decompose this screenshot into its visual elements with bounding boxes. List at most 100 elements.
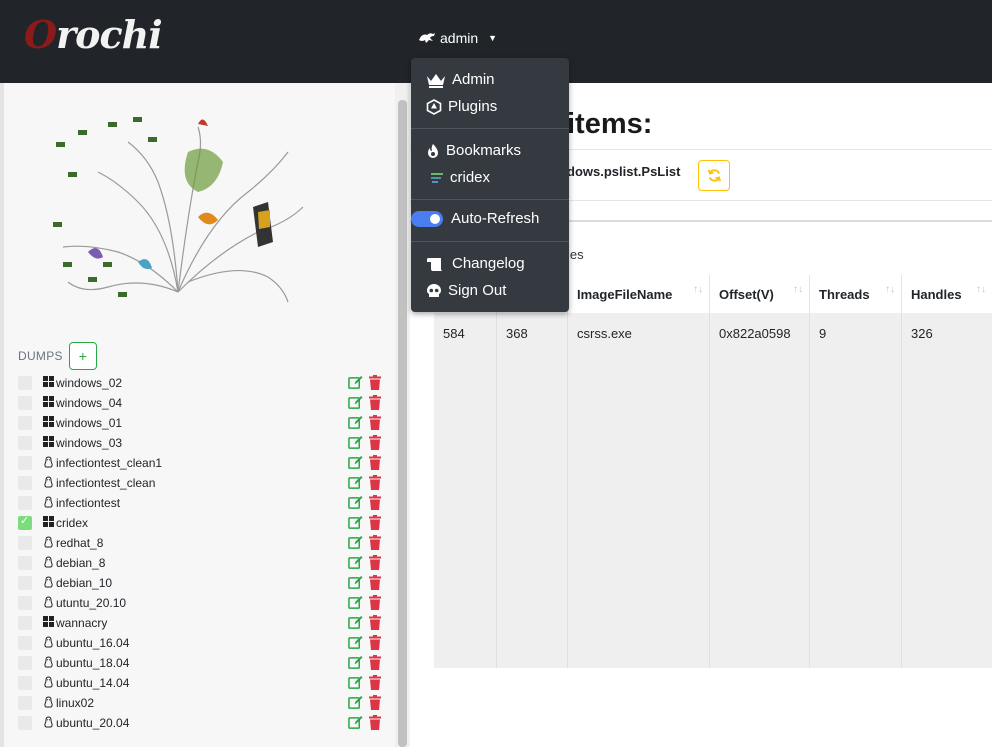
dump-list: windows_02 windows_04 windows_01 windows_03… xyxy=(18,373,390,733)
dump-checkbox[interactable] xyxy=(18,716,32,730)
user-menu-toggle[interactable]: admin ▼ xyxy=(418,30,497,46)
dump-row-wannacry[interactable]: wannacry xyxy=(18,613,390,633)
sidebar-scroll-thumb[interactable] xyxy=(398,100,407,747)
dump-row-windows_01[interactable]: windows_01 xyxy=(18,413,390,433)
dump-checkbox[interactable] xyxy=(18,376,32,390)
trash-icon[interactable] xyxy=(369,475,381,495)
trash-icon[interactable] xyxy=(369,515,381,535)
trash-icon[interactable] xyxy=(369,615,381,635)
trash-icon[interactable] xyxy=(369,675,381,695)
dump-checkbox[interactable] xyxy=(18,696,32,710)
dump-row-redhat_8[interactable]: redhat_8 xyxy=(18,533,390,553)
add-dump-button[interactable]: + xyxy=(68,342,97,370)
column-header-imagefilename[interactable]: ImageFileName ↑↓ xyxy=(568,275,710,313)
edit-icon[interactable] xyxy=(348,375,363,395)
dump-actions xyxy=(348,455,381,475)
dump-checkbox[interactable] xyxy=(18,476,32,490)
trash-icon[interactable] xyxy=(369,635,381,655)
refresh-button[interactable] xyxy=(698,160,730,191)
dump-row-windows_02[interactable]: windows_02 xyxy=(18,373,390,393)
auto-refresh-toggle[interactable] xyxy=(411,210,443,227)
dump-checkbox[interactable] xyxy=(18,596,32,610)
edit-icon[interactable] xyxy=(348,455,363,475)
trash-icon[interactable] xyxy=(369,595,381,615)
menu-item-bookmark-cridex[interactable]: cridex xyxy=(430,169,490,186)
dump-checkbox[interactable] xyxy=(18,514,32,530)
dump-row-cridex[interactable]: cridex xyxy=(18,513,390,533)
dump-checkbox[interactable] xyxy=(18,496,32,510)
edit-icon[interactable] xyxy=(348,635,363,655)
column-header-offset[interactable]: Offset(V) ↑↓ xyxy=(710,275,810,313)
menu-item-auto-refresh[interactable]: Auto-Refresh xyxy=(411,210,539,227)
dump-checkbox[interactable] xyxy=(18,556,32,570)
edit-icon[interactable] xyxy=(348,555,363,575)
menu-item-changelog[interactable]: Changelog xyxy=(426,255,525,272)
table-cell: 584 xyxy=(443,326,465,341)
edit-icon[interactable] xyxy=(348,535,363,555)
edit-icon[interactable] xyxy=(348,395,363,415)
dump-checkbox[interactable] xyxy=(18,536,32,550)
edit-icon[interactable] xyxy=(348,515,363,535)
dump-row-debian_8[interactable]: debian_8 xyxy=(18,553,390,573)
dump-row-infectiontest[interactable]: infectiontest xyxy=(18,493,390,513)
trash-icon[interactable] xyxy=(369,715,381,735)
dump-checkbox[interactable] xyxy=(18,656,32,670)
dump-row-ubuntu_14.04[interactable]: ubuntu_14.04 xyxy=(18,673,390,693)
dump-row-windows_03[interactable]: windows_03 xyxy=(18,433,390,453)
dump-checkbox[interactable] xyxy=(18,436,32,450)
edit-icon[interactable] xyxy=(348,435,363,455)
trash-icon[interactable] xyxy=(369,375,381,395)
edit-icon[interactable] xyxy=(348,415,363,435)
dump-checkbox[interactable] xyxy=(18,456,32,470)
menu-divider xyxy=(411,241,569,242)
column-divider xyxy=(496,313,497,668)
dump-checkbox[interactable] xyxy=(18,616,32,630)
dump-row-debian_10[interactable]: debian_10 xyxy=(18,573,390,593)
dump-checkbox[interactable] xyxy=(18,636,32,650)
edit-icon[interactable] xyxy=(348,655,363,675)
column-header-threads[interactable]: Threads ↑↓ xyxy=(810,275,902,313)
edit-icon[interactable] xyxy=(348,475,363,495)
user-dropdown-menu: Admin Plugins Bookmarks cridex Auto-Refr… xyxy=(411,58,569,312)
edit-icon[interactable] xyxy=(348,715,363,735)
dump-row-ubuntu_18.04[interactable]: ubuntu_18.04 xyxy=(18,653,390,673)
edit-icon[interactable] xyxy=(348,695,363,715)
orochi-logo[interactable]: Orochi xyxy=(24,6,163,68)
edit-icon[interactable] xyxy=(348,675,363,695)
dump-checkbox[interactable] xyxy=(18,676,32,690)
menu-item-plugins[interactable]: Plugins xyxy=(426,98,497,115)
menu-item-admin[interactable]: Admin xyxy=(426,71,495,88)
dump-actions xyxy=(348,595,381,615)
dump-row-utuntu_20.10[interactable]: utuntu_20.10 xyxy=(18,593,390,613)
trash-icon[interactable] xyxy=(369,435,381,455)
edit-icon[interactable] xyxy=(348,615,363,635)
edit-icon[interactable] xyxy=(348,575,363,595)
edit-icon[interactable] xyxy=(348,495,363,515)
trash-icon[interactable] xyxy=(369,455,381,475)
menu-item-bookmarks[interactable]: Bookmarks xyxy=(426,142,521,159)
trash-icon[interactable] xyxy=(369,495,381,515)
dump-row-ubuntu_20.04[interactable]: ubuntu_20.04 xyxy=(18,713,390,733)
trash-icon[interactable] xyxy=(369,575,381,595)
dump-row-linux02[interactable]: linux02 xyxy=(18,693,390,713)
linux-icon xyxy=(41,695,55,711)
linux-icon xyxy=(41,655,55,671)
dump-checkbox[interactable] xyxy=(18,576,32,590)
trash-icon[interactable] xyxy=(369,415,381,435)
trash-icon[interactable] xyxy=(369,655,381,675)
column-header-handles[interactable]: Handles ↑↓ xyxy=(902,275,992,313)
dump-checkbox[interactable] xyxy=(18,416,32,430)
menu-item-sign-out[interactable]: Sign Out xyxy=(426,282,506,299)
dump-actions xyxy=(348,655,381,675)
dump-row-infectiontest_clean[interactable]: infectiontest_clean xyxy=(18,473,390,493)
trash-icon[interactable] xyxy=(369,535,381,555)
trash-icon[interactable] xyxy=(369,555,381,575)
dump-row-windows_04[interactable]: windows_04 xyxy=(18,393,390,413)
trash-icon[interactable] xyxy=(369,395,381,415)
dump-checkbox[interactable] xyxy=(18,396,32,410)
dump-row-ubuntu_16.04[interactable]: ubuntu_16.04 xyxy=(18,633,390,653)
edit-icon[interactable] xyxy=(348,595,363,615)
trash-icon[interactable] xyxy=(369,695,381,715)
linux-icon xyxy=(41,675,55,691)
dump-row-infectiontest_clean1[interactable]: infectiontest_clean1 xyxy=(18,453,390,473)
